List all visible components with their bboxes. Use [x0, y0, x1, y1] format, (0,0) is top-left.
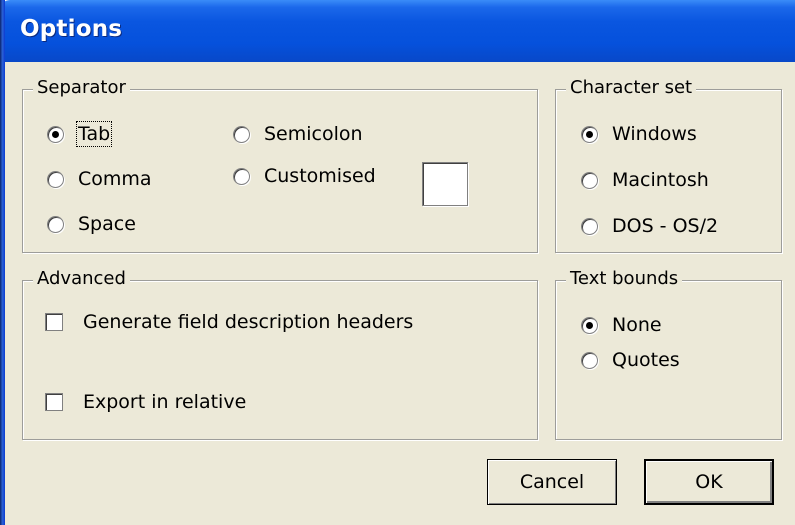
separator-semicolon-radio[interactable]: Semicolon [233, 123, 363, 145]
radio-button[interactable] [581, 217, 598, 235]
radio-button-checked[interactable] [581, 316, 598, 334]
text-bounds-quotes-label: Quotes [612, 349, 680, 371]
text-bounds-none-label: None [612, 314, 662, 336]
window-title: Options [20, 16, 123, 42]
text-bounds-legend: Text bounds [566, 267, 683, 291]
separator-customised-label: Customised [264, 165, 376, 187]
radio-button[interactable] [581, 351, 598, 369]
separator-tab-radio[interactable]: Tab [47, 121, 113, 147]
checkbox[interactable] [45, 393, 63, 411]
radio-button-checked[interactable] [47, 125, 64, 143]
separator-customised-radio[interactable]: Customised [233, 165, 376, 187]
charset-macintosh-label: Macintosh [612, 169, 709, 191]
character-set-legend: Character set [566, 76, 697, 100]
charset-macintosh-radio[interactable]: Macintosh [581, 169, 709, 191]
export-relative-label: Export in relative [83, 391, 247, 413]
advanced-legend: Advanced [33, 267, 130, 291]
radio-button[interactable] [233, 167, 250, 185]
separator-tab-label: Tab [75, 121, 113, 147]
separator-space-radio[interactable]: Space [47, 213, 136, 235]
text-bounds-none-radio[interactable]: None [581, 314, 662, 336]
separator-group: Separator Tab Comma Space Semicolon Cust… [22, 76, 538, 253]
radio-button[interactable] [233, 125, 250, 143]
separator-space-label: Space [78, 213, 136, 235]
separator-semicolon-label: Semicolon [264, 123, 363, 145]
advanced-group: Advanced Generate field description head… [22, 267, 538, 440]
radio-button[interactable] [581, 171, 598, 189]
export-relative-checkbox[interactable]: Export in relative [45, 391, 246, 413]
radio-button-checked[interactable] [581, 125, 598, 143]
checkbox[interactable] [45, 313, 63, 331]
generate-headers-label: Generate field description headers [83, 311, 414, 333]
cancel-button[interactable]: Cancel [487, 459, 617, 505]
radio-button[interactable] [47, 215, 64, 233]
text-bounds-quotes-radio[interactable]: Quotes [581, 349, 680, 371]
separator-legend: Separator [33, 76, 130, 100]
charset-windows-label: Windows [612, 123, 697, 145]
title-bar[interactable]: Options [0, 0, 795, 62]
options-dialog: Options Separator Tab Comma Space Semico… [0, 0, 795, 525]
separator-comma-radio[interactable]: Comma [47, 168, 152, 190]
radio-button[interactable] [47, 170, 64, 188]
separator-comma-label: Comma [78, 168, 152, 190]
charset-dos-label: DOS - OS/2 [612, 215, 719, 237]
custom-separator-input[interactable] [422, 162, 468, 206]
text-bounds-group: Text bounds None Quotes [555, 267, 782, 440]
dialog-client-area: Separator Tab Comma Space Semicolon Cust… [5, 62, 795, 525]
generate-headers-checkbox[interactable]: Generate field description headers [45, 311, 413, 333]
charset-windows-radio[interactable]: Windows [581, 123, 697, 145]
charset-dos-radio[interactable]: DOS - OS/2 [581, 215, 718, 237]
character-set-group: Character set Windows Macintosh DOS - OS… [555, 76, 782, 253]
ok-button[interactable]: OK [644, 459, 774, 505]
